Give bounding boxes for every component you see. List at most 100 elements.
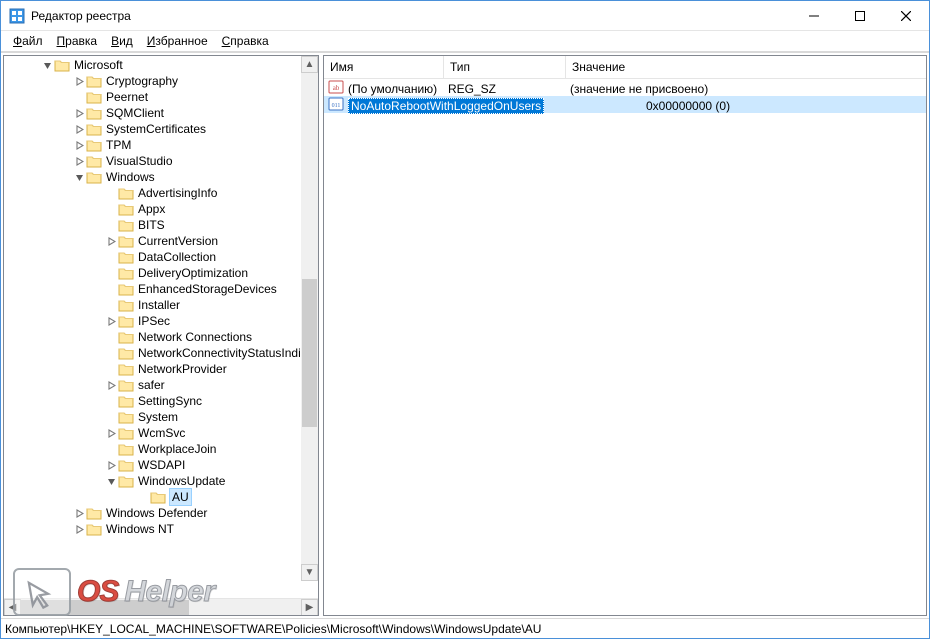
tree-item-label: Windows NT xyxy=(106,521,174,537)
menu-help[interactable]: Справка xyxy=(216,32,275,50)
chevron-down-icon[interactable] xyxy=(72,170,86,184)
tree-item[interactable]: WorkplaceJoin xyxy=(36,441,318,457)
tree-item[interactable]: WcmSvc xyxy=(36,425,318,441)
menu-edit[interactable]: Правка xyxy=(51,32,104,50)
tree-horizontal-scrollbar[interactable]: ◀ ▶ xyxy=(4,598,318,615)
folder-icon xyxy=(118,457,134,473)
tree-item-label: NetworkConnectivityStatusIndic xyxy=(138,345,307,361)
menu-file[interactable]: Файл xyxy=(7,32,49,50)
tree-item[interactable]: AU xyxy=(52,489,318,505)
folder-icon xyxy=(118,201,134,217)
value-name: (По умолчанию) xyxy=(348,82,437,96)
value-data-cell: 0x00000000 (0) xyxy=(566,99,926,113)
folder-icon xyxy=(118,297,134,313)
chevron-down-icon[interactable] xyxy=(104,474,118,488)
chevron-right-icon[interactable] xyxy=(72,138,86,152)
value-name-editbox[interactable]: NoAutoRebootWithLoggedOnUsers xyxy=(348,98,544,114)
maximize-button[interactable] xyxy=(837,1,883,30)
values-list[interactable]: ab(По умолчанию)REG_SZ(значение не присв… xyxy=(324,79,926,615)
tree-item[interactable]: Cryptography xyxy=(20,73,318,89)
value-type-cell: REG_SZ xyxy=(444,82,566,96)
tree-item[interactable]: IPSec xyxy=(36,313,318,329)
tree-item[interactable]: WSDAPI xyxy=(36,457,318,473)
tree-item-label: SettingSync xyxy=(138,393,202,409)
folder-icon xyxy=(118,281,134,297)
chevron-right-icon[interactable] xyxy=(72,154,86,168)
folder-icon xyxy=(118,377,134,393)
scroll-down-button[interactable]: ▼ xyxy=(301,564,318,581)
tree-item[interactable]: Windows Defender xyxy=(20,505,318,521)
tree-item-label: NetworkProvider xyxy=(138,361,227,377)
chevron-right-icon[interactable] xyxy=(72,122,86,136)
tree-item[interactable]: Microsoft xyxy=(4,57,318,73)
statusbar-path: Компьютер\HKEY_LOCAL_MACHINE\SOFTWARE\Po… xyxy=(5,622,541,636)
chevron-right-icon[interactable] xyxy=(72,506,86,520)
tree-item[interactable]: Network Connections xyxy=(36,329,318,345)
folder-icon xyxy=(118,345,134,361)
folder-icon xyxy=(118,361,134,377)
tree-item[interactable]: Windows NT xyxy=(20,521,318,537)
scroll-left-button[interactable]: ◀ xyxy=(4,599,21,616)
tree-item[interactable]: NetworkConnectivityStatusIndic xyxy=(36,345,318,361)
tree-item[interactable]: EnhancedStorageDevices xyxy=(36,281,318,297)
chevron-down-icon[interactable] xyxy=(40,58,54,72)
folder-icon xyxy=(86,505,102,521)
tree-item[interactable]: NetworkProvider xyxy=(36,361,318,377)
folder-icon xyxy=(86,137,102,153)
folder-icon xyxy=(86,153,102,169)
tree-item[interactable]: safer xyxy=(36,377,318,393)
folder-icon xyxy=(118,313,134,329)
column-name[interactable]: Имя xyxy=(324,56,444,78)
tree-item-label: Microsoft xyxy=(74,57,123,73)
chevron-right-icon[interactable] xyxy=(72,74,86,88)
tree-item[interactable]: BITS xyxy=(36,217,318,233)
chevron-right-icon[interactable] xyxy=(72,522,86,536)
tree-item[interactable]: DeliveryOptimization xyxy=(36,265,318,281)
scroll-up-button[interactable]: ▲ xyxy=(301,56,318,73)
folder-icon xyxy=(118,233,134,249)
tree-item[interactable]: VisualStudio xyxy=(20,153,318,169)
scroll-track[interactable] xyxy=(21,599,301,616)
menu-favorites[interactable]: Избранное xyxy=(141,32,214,50)
column-type[interactable]: Тип xyxy=(444,56,566,78)
tree-item-label: DataCollection xyxy=(138,249,216,265)
tree-item[interactable]: WindowsUpdate xyxy=(36,473,318,489)
scroll-thumb[interactable] xyxy=(21,600,189,615)
chevron-right-icon[interactable] xyxy=(104,426,118,440)
registry-tree[interactable]: MicrosoftCryptographyPeernetSQMClientSys… xyxy=(4,56,318,538)
tree-item[interactable]: Appx xyxy=(36,201,318,217)
tree-item-label: SystemCertificates xyxy=(106,121,206,137)
scroll-right-button[interactable]: ▶ xyxy=(301,599,318,616)
tree-item[interactable]: SettingSync xyxy=(36,393,318,409)
chevron-right-icon[interactable] xyxy=(104,234,118,248)
folder-icon xyxy=(86,169,102,185)
value-name-cell[interactable]: 011NoAutoRebootWithLoggedOnUsers xyxy=(324,96,566,115)
chevron-right-icon[interactable] xyxy=(104,458,118,472)
tree-item[interactable]: Installer xyxy=(36,297,318,313)
menu-view[interactable]: Вид xyxy=(105,32,139,50)
tree-vertical-scrollbar[interactable]: ▲ ▼ xyxy=(301,56,318,581)
column-data[interactable]: Значение xyxy=(566,56,926,78)
tree-item[interactable]: CurrentVersion xyxy=(36,233,318,249)
tree-item[interactable]: Windows xyxy=(20,169,318,185)
tree-item[interactable]: System xyxy=(36,409,318,425)
folder-icon xyxy=(118,329,134,345)
tree-item-label: WcmSvc xyxy=(138,425,185,441)
tree-item[interactable]: AdvertisingInfo xyxy=(36,185,318,201)
value-row[interactable]: 011NoAutoRebootWithLoggedOnUsers0x000000… xyxy=(324,96,926,113)
tree-item[interactable]: DataCollection xyxy=(36,249,318,265)
tree-item[interactable]: SQMClient xyxy=(20,105,318,121)
tree-item[interactable]: TPM xyxy=(20,137,318,153)
chevron-right-icon[interactable] xyxy=(104,378,118,392)
tree-item[interactable]: Peernet xyxy=(20,89,318,105)
chevron-right-icon[interactable] xyxy=(104,314,118,328)
close-button[interactable] xyxy=(883,1,929,30)
tree-item-label: AdvertisingInfo xyxy=(138,185,217,201)
scroll-thumb[interactable] xyxy=(302,279,317,426)
minimize-button[interactable] xyxy=(791,1,837,30)
folder-icon xyxy=(118,441,134,457)
value-row[interactable]: ab(По умолчанию)REG_SZ(значение не присв… xyxy=(324,79,926,96)
tree-item[interactable]: SystemCertificates xyxy=(20,121,318,137)
scroll-track[interactable] xyxy=(301,73,318,564)
chevron-right-icon[interactable] xyxy=(72,106,86,120)
